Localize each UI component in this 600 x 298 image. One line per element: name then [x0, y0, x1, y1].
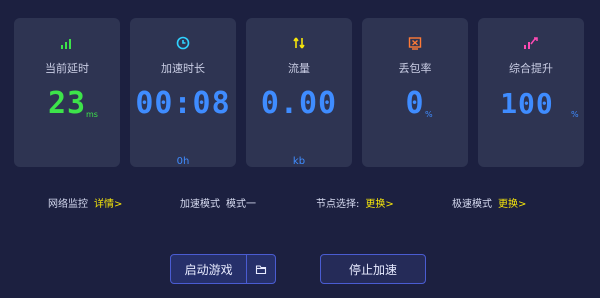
- network-details-link[interactable]: 详情>: [94, 199, 122, 210]
- latency-card: 当前延时 23 ms: [14, 18, 120, 167]
- packet-loss-value: 0: [405, 86, 425, 121]
- folder-icon[interactable]: [247, 254, 275, 284]
- improvement-unit: %: [571, 110, 579, 119]
- network-monitor-label: 网络监控: [48, 199, 88, 210]
- up-down-arrows-icon: [246, 34, 352, 52]
- extreme-mode-row: 极速模式 更换>: [452, 195, 526, 210]
- trend-up-icon: [478, 34, 584, 52]
- accel-mode-label: 加速模式: [180, 199, 220, 210]
- accel-mode-row: 加速模式 模式一: [180, 195, 256, 210]
- traffic-sub: kb: [292, 156, 306, 167]
- traffic-label: 流量: [288, 62, 310, 75]
- node-select-label: 节点选择:: [316, 199, 360, 210]
- node-select-row: 节点选择: 更换>: [316, 195, 394, 210]
- duration-label: 加速时长: [161, 62, 205, 75]
- latency-value: 23: [47, 86, 87, 121]
- traffic-value: 0.00: [260, 86, 338, 121]
- clock-icon: [130, 34, 236, 52]
- duration-value: 00:08: [135, 86, 231, 121]
- start-game-button[interactable]: 启动游戏: [170, 254, 276, 284]
- packet-loss-unit: %: [425, 110, 433, 119]
- accel-mode-value: 模式一: [226, 199, 256, 210]
- latency-label: 当前延时: [45, 62, 89, 75]
- stop-acceleration-button[interactable]: 停止加速: [320, 254, 426, 284]
- improvement-label: 综合提升: [509, 62, 553, 75]
- latency-unit: ms: [86, 110, 98, 119]
- packet-loss-card: 丢包率 0 %: [362, 18, 468, 167]
- network-monitor-row: 网络监控 详情>: [48, 195, 122, 210]
- traffic-card: 流量 0.00 kb: [246, 18, 352, 167]
- improvement-value: 100: [500, 87, 554, 120]
- node-change-link[interactable]: 更换>: [365, 199, 393, 210]
- stop-acceleration-label: 停止加速: [348, 262, 397, 277]
- signal-bars-icon: [14, 34, 120, 52]
- start-game-label: 启动游戏: [184, 262, 233, 277]
- extreme-mode-label: 极速模式: [452, 199, 492, 210]
- duration-card: 加速时长 00:08 0h: [130, 18, 236, 167]
- stats-panel: 当前延时 23 ms 加速时长 00:08 0h 流量 0.00 kb 丢包率 …: [14, 18, 586, 168]
- packet-loss-icon: [362, 34, 468, 52]
- improvement-card: 综合提升 100 %: [478, 18, 584, 167]
- extreme-mode-change-link[interactable]: 更换>: [498, 199, 526, 210]
- duration-sub: 0h: [176, 156, 190, 167]
- packet-loss-label: 丢包率: [398, 62, 432, 75]
